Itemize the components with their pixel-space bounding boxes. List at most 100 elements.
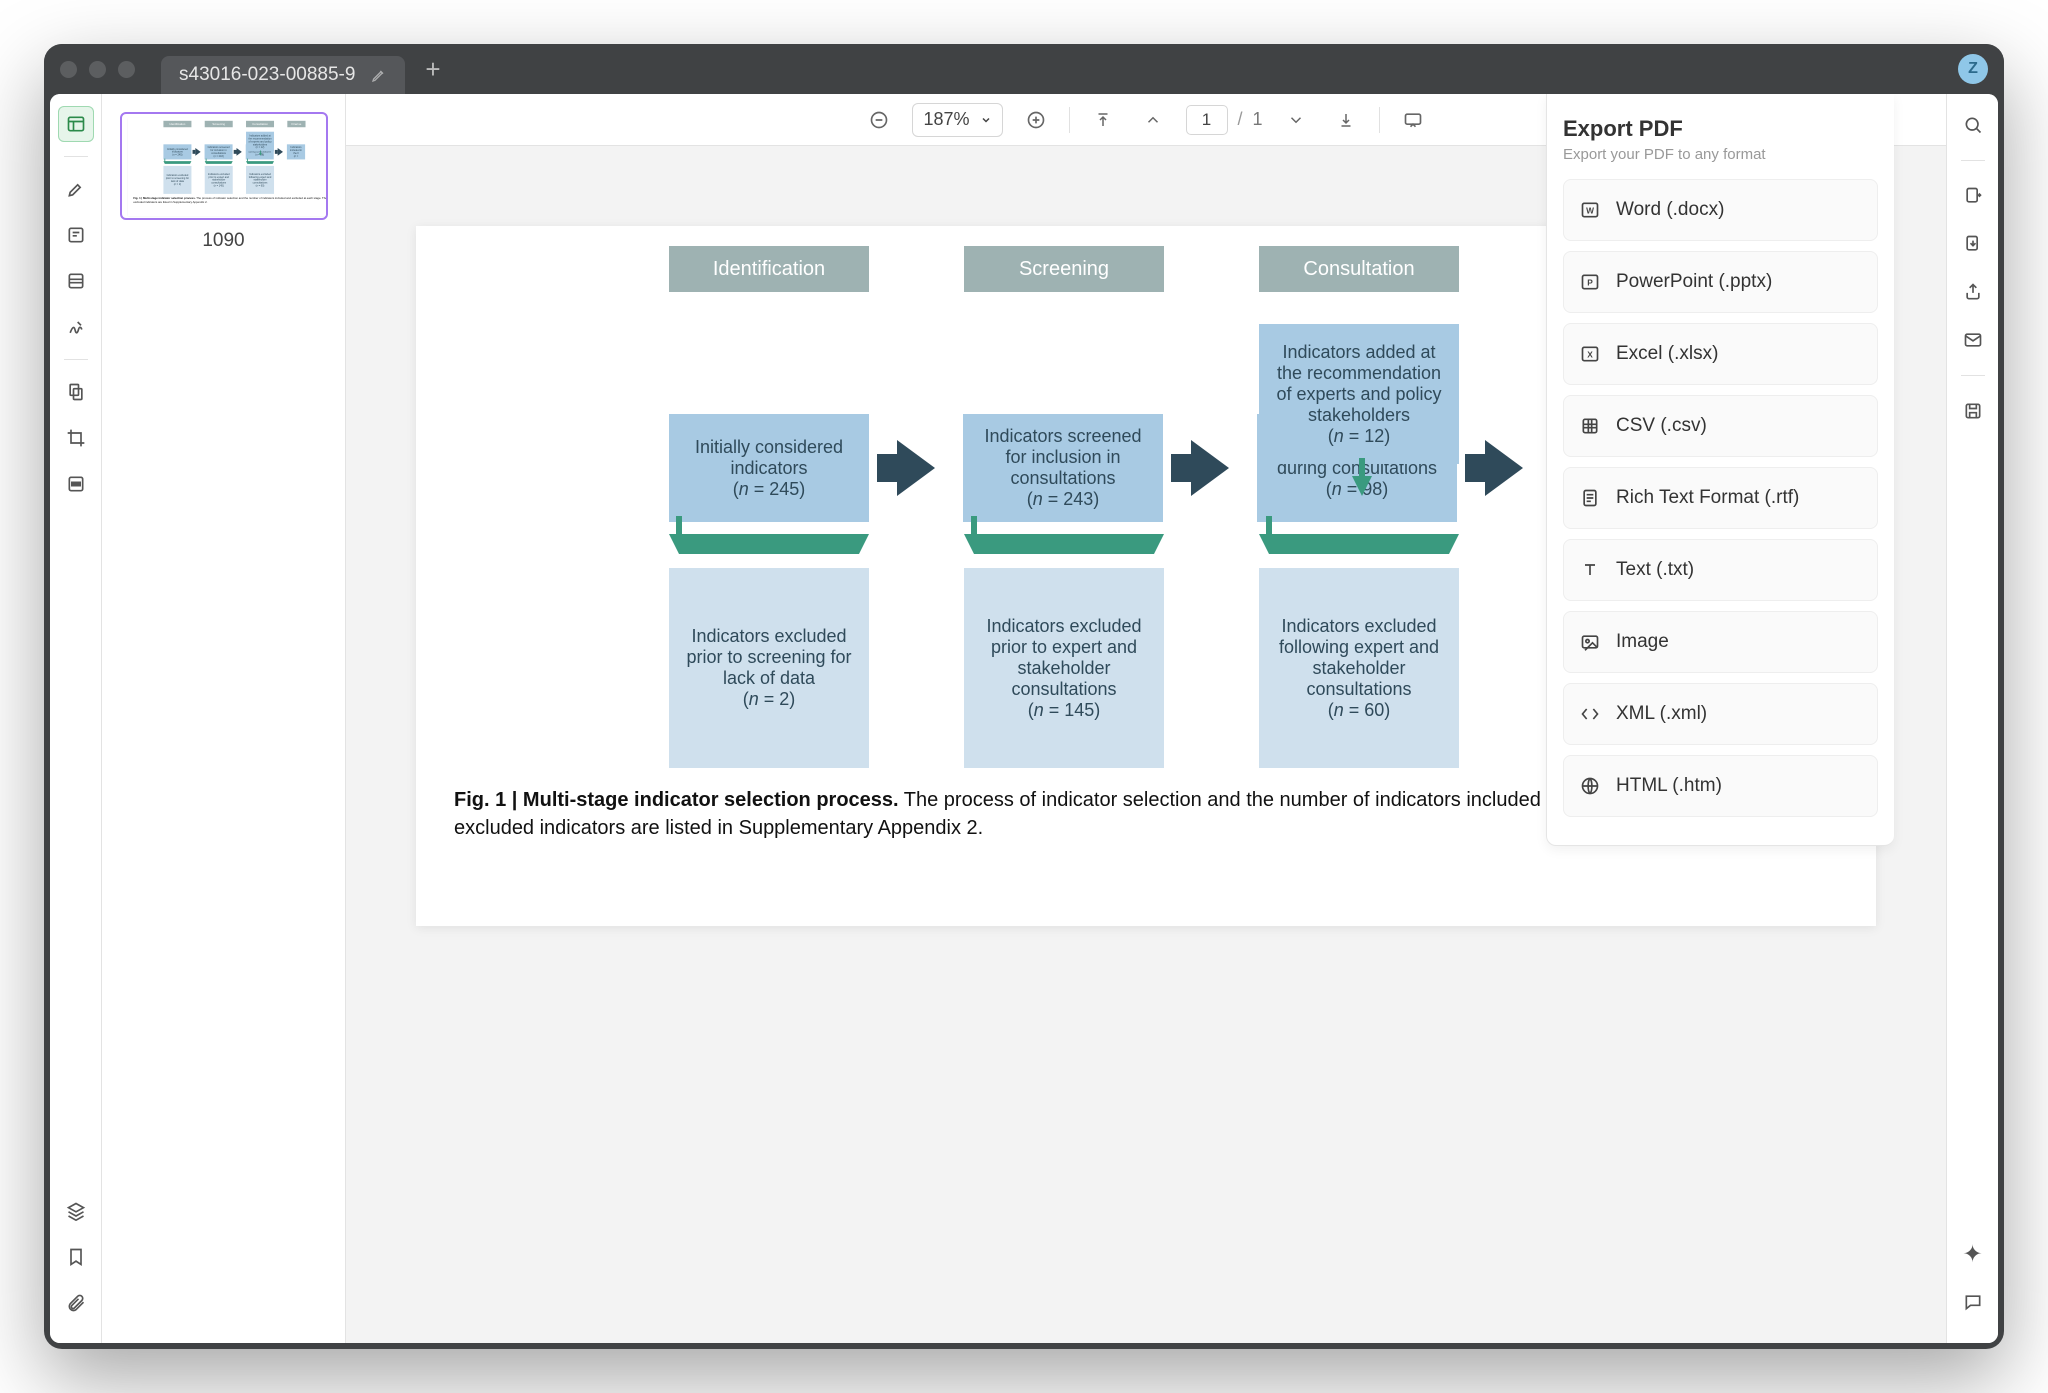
flow-box: Indicators screened for inclusion in con… — [963, 414, 1163, 522]
word-icon: W — [1578, 198, 1602, 222]
svg-text:P: P — [1587, 277, 1593, 287]
share-button[interactable] — [1956, 275, 1990, 309]
export-format-image[interactable]: Image — [1563, 611, 1878, 673]
zoom-select[interactable]: 187% — [912, 103, 1002, 137]
app-window: s43016-023-00885-9 + Z — [44, 44, 2004, 1349]
added-indicators-box: Indicators added at the recommendation o… — [1259, 324, 1459, 464]
arrow-right-icon — [195, 148, 200, 156]
export-title: Export PDF — [1563, 116, 1878, 142]
arrow-down-icon — [246, 161, 274, 164]
traffic-close-icon[interactable] — [60, 61, 77, 78]
zoom-out-button[interactable] — [862, 103, 896, 137]
arrow-down-icon — [259, 153, 262, 156]
sign-tool-button[interactable] — [58, 309, 94, 345]
export-format-rtf[interactable]: Rich Text Format (.rtf) — [1563, 467, 1878, 529]
excluded-box: Indicators excluded following expert and… — [1259, 568, 1459, 768]
thumbnail-label: 1090 — [202, 230, 244, 252]
pencil-icon[interactable] — [371, 67, 387, 83]
excluded-box: Indicators excluded prior to expert and … — [204, 166, 232, 194]
svg-text:W: W — [1586, 205, 1594, 215]
export-panel: Export PDF Export your PDF to any format… — [1546, 94, 1894, 846]
arrow-down-icon — [1259, 534, 1459, 554]
new-tab-button[interactable]: + — [425, 54, 440, 85]
flow-box: Indicators screened for inclusion in con… — [204, 144, 232, 159]
chevron-down-icon — [980, 114, 992, 126]
attachments-button[interactable] — [58, 1285, 94, 1321]
arrow-down-icon — [163, 161, 191, 164]
traffic-zoom-icon[interactable] — [118, 61, 135, 78]
stage-header: Consultation — [1259, 246, 1459, 292]
svg-text:X: X — [1587, 349, 1593, 359]
arrow-down-icon — [669, 534, 869, 554]
arrow-down-icon — [964, 534, 1164, 554]
excluded-box: Indicators excluded prior to screening f… — [163, 166, 191, 194]
stage-header: Consultation — [246, 121, 274, 127]
email-button[interactable] — [1956, 323, 1990, 357]
text-icon — [1578, 558, 1602, 582]
arrow-down-icon — [1352, 476, 1372, 496]
zoom-value: 187% — [923, 109, 969, 130]
main-area: 187% / 1 — [346, 94, 1946, 1343]
annotate-tool-button[interactable] — [58, 217, 94, 253]
arrow-right-icon — [1191, 440, 1229, 496]
arrow-right-icon — [897, 440, 935, 496]
page-thumbnail[interactable]: Identification Screening Consultation Fi… — [120, 112, 328, 220]
thumbnail-pane: Identification Screening Consultation Fi… — [102, 94, 346, 1343]
pdf-page: Identification Screening Consultation Fi… — [128, 118, 328, 216]
export-format-powerpoint[interactable]: P PowerPoint (.pptx) — [1563, 251, 1878, 313]
bookmarks-button[interactable] — [58, 1239, 94, 1275]
thumbnails-button[interactable] — [58, 106, 94, 142]
form-tool-button[interactable] — [58, 263, 94, 299]
last-page-button[interactable] — [1329, 103, 1363, 137]
avatar[interactable]: Z — [1958, 54, 1988, 84]
first-page-button[interactable] — [1086, 103, 1120, 137]
highlight-tool-button[interactable] — [58, 171, 94, 207]
page-total: 1 — [1253, 109, 1263, 130]
csv-icon — [1578, 414, 1602, 438]
arrow-right-icon — [1485, 440, 1523, 496]
flow-box: Indicators included in the fi (n = — [286, 144, 304, 159]
export-format-text[interactable]: Text (.txt) — [1563, 539, 1878, 601]
arrow-right-icon — [236, 148, 241, 156]
export-subtitle: Export your PDF to any format — [1563, 146, 1878, 163]
save-button[interactable] — [1956, 394, 1990, 428]
export-format-xml[interactable]: XML (.xml) — [1563, 683, 1878, 745]
rtf-icon — [1578, 486, 1602, 510]
redact-tool-button[interactable] — [58, 466, 94, 502]
comments-button[interactable] — [1956, 1285, 1990, 1319]
export-button[interactable] — [1956, 179, 1990, 213]
layers-button[interactable] — [58, 1193, 94, 1229]
zoom-in-button[interactable] — [1019, 103, 1053, 137]
left-rail — [50, 94, 102, 1343]
flow-box: Initially considered indicators (n = 245… — [163, 144, 191, 159]
app-logo-icon[interactable]: ✦ — [1956, 1237, 1990, 1271]
traffic-minimize-icon[interactable] — [89, 61, 106, 78]
document-tab[interactable]: s43016-023-00885-9 — [161, 56, 405, 94]
crop-tool-button[interactable] — [58, 420, 94, 456]
arrow-down-icon — [204, 161, 232, 164]
image-icon — [1578, 630, 1602, 654]
page-indicator: / 1 — [1186, 105, 1263, 135]
excel-icon: X — [1578, 342, 1602, 366]
tab-title: s43016-023-00885-9 — [179, 64, 355, 86]
stage-header: Final se — [287, 121, 305, 127]
figure-caption: Fig. 1 | Multi-stage indicator selection… — [133, 196, 327, 204]
right-rail: ✦ — [1946, 94, 1998, 1343]
search-button[interactable] — [1956, 108, 1990, 142]
prev-page-button[interactable] — [1136, 103, 1170, 137]
organize-pages-button[interactable] — [58, 374, 94, 410]
stage-header: Identification — [163, 121, 191, 127]
export-format-html[interactable]: HTML (.htm) — [1563, 755, 1878, 817]
excluded-box: Indicators excluded prior to screening f… — [669, 568, 869, 768]
export-format-word[interactable]: W Word (.docx) — [1563, 179, 1878, 241]
added-indicators-box: Indicators added at the recommendation o… — [246, 132, 274, 152]
xml-icon — [1578, 702, 1602, 726]
arrow-right-icon — [277, 148, 282, 156]
stage-header: Screening — [204, 121, 232, 127]
presentation-button[interactable] — [1396, 103, 1430, 137]
export-format-csv[interactable]: CSV (.csv) — [1563, 395, 1878, 457]
convert-button[interactable] — [1956, 227, 1990, 261]
page-input[interactable] — [1186, 105, 1228, 135]
export-format-excel[interactable]: X Excel (.xlsx) — [1563, 323, 1878, 385]
next-page-button[interactable] — [1279, 103, 1313, 137]
